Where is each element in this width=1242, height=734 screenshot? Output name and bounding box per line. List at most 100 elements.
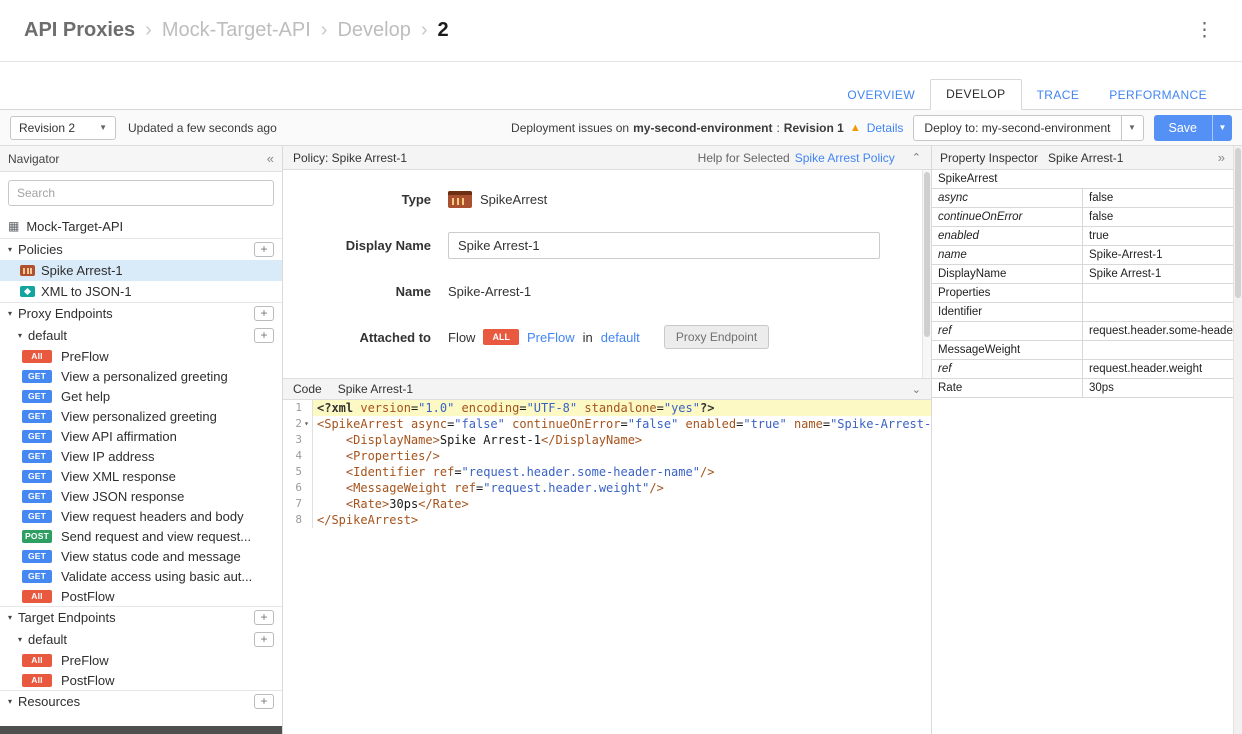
collapse-up-icon[interactable]: ⌃ bbox=[912, 151, 921, 164]
property-row[interactable]: continueOnError false bbox=[932, 208, 1233, 227]
policy-form: Type SpikeArrest Display Name Name Spik bbox=[283, 170, 931, 360]
flow-item[interactable]: GET View status code and message bbox=[0, 546, 282, 566]
code-line[interactable]: 3 <DisplayName>Spike Arrest-1</DisplayNa… bbox=[283, 432, 931, 448]
endpoint-link[interactable]: default bbox=[601, 330, 640, 345]
code-line[interactable]: 1<?xml version="1.0" encoding="UTF-8" st… bbox=[283, 400, 931, 416]
proxy-endpoint-default[interactable]: ▾ default + bbox=[0, 324, 282, 346]
details-link[interactable]: Details bbox=[867, 121, 904, 135]
scrollbar-thumb[interactable] bbox=[924, 172, 930, 337]
section-target-endpoints-label: Target Endpoints bbox=[18, 610, 116, 625]
add-flow-button[interactable]: + bbox=[254, 632, 274, 647]
triangle-down-icon: ▾ bbox=[8, 697, 12, 706]
proxy-endpoint-button[interactable]: Proxy Endpoint bbox=[664, 325, 769, 349]
property-name: SpikeArrest bbox=[932, 170, 1082, 188]
name-row: Name Spike-Arrest-1 bbox=[283, 268, 931, 314]
flow-item[interactable]: GET View personalized greeting bbox=[0, 406, 282, 426]
toolbar-right: Deployment issues on my-second-environme… bbox=[511, 115, 1232, 141]
policy-scrollbar[interactable] bbox=[922, 170, 931, 378]
api-proxy-icon: ▦ bbox=[8, 219, 19, 233]
breadcrumb-item[interactable]: Mock-Target-API bbox=[162, 19, 328, 42]
section-target-endpoints[interactable]: ▾ Target Endpoints + bbox=[0, 606, 282, 628]
property-row[interactable]: enabled true bbox=[932, 227, 1233, 246]
window-scrollbar[interactable] bbox=[1233, 146, 1242, 734]
code-line[interactable]: 4 <Properties/> bbox=[283, 448, 931, 464]
tab[interactable]: DEVELOP bbox=[930, 79, 1022, 110]
collapse-right-icon[interactable]: » bbox=[1218, 150, 1225, 165]
property-row[interactable]: DisplayName Spike Arrest-1 bbox=[932, 265, 1233, 284]
property-row[interactable]: ref request.header.some-header-name bbox=[932, 322, 1233, 341]
property-value: Spike Arrest-1 bbox=[1082, 265, 1233, 283]
property-row[interactable]: ref request.header.weight bbox=[932, 360, 1233, 379]
navigator-hscrollbar[interactable] bbox=[0, 726, 282, 734]
section-proxy-endpoints[interactable]: ▾ Proxy Endpoints + bbox=[0, 302, 282, 324]
tabs-bar: OVERVIEW DEVELOP TRACE PERFORMANCE bbox=[0, 62, 1242, 110]
add-flow-button[interactable]: + bbox=[254, 328, 274, 343]
deployment-prefix: Deployment issues on bbox=[511, 121, 629, 135]
deployment-revision: Revision 1 bbox=[784, 121, 844, 135]
flow-item[interactable]: All PreFlow bbox=[0, 650, 282, 670]
property-row[interactable]: MessageWeight bbox=[932, 341, 1233, 360]
policy-item-label: XML to JSON-1 bbox=[41, 284, 132, 299]
help-link[interactable]: Spike Arrest Policy bbox=[795, 151, 895, 165]
flow-item[interactable]: GET View IP address bbox=[0, 446, 282, 466]
method-badge: GET bbox=[22, 430, 52, 443]
collapse-down-icon[interactable]: ⌄ bbox=[912, 383, 921, 396]
save-button[interactable]: Save bbox=[1154, 115, 1213, 141]
target-endpoint-default[interactable]: ▾ default + bbox=[0, 628, 282, 650]
property-row[interactable]: Properties bbox=[932, 284, 1233, 303]
property-inspector-header: Property Inspector Spike Arrest-1 » bbox=[932, 146, 1233, 170]
search-input[interactable] bbox=[8, 180, 274, 206]
tab[interactable]: OVERVIEW bbox=[832, 81, 930, 110]
code-panel-header: Code Spike Arrest-1 ⌄ bbox=[283, 378, 931, 400]
type-label: Type bbox=[283, 192, 431, 207]
flow-item[interactable]: GET View API affirmation bbox=[0, 426, 282, 446]
triangle-down-icon: ▾ bbox=[8, 613, 12, 622]
property-row[interactable]: name Spike-Arrest-1 bbox=[932, 246, 1233, 265]
scrollbar-thumb[interactable] bbox=[1235, 148, 1241, 298]
display-name-input[interactable] bbox=[448, 232, 880, 259]
code-line[interactable]: 6 <MessageWeight ref="request.header.wei… bbox=[283, 480, 931, 496]
property-row[interactable]: Identifier bbox=[932, 303, 1233, 322]
flow-item[interactable]: POST Send request and view request... bbox=[0, 526, 282, 546]
chevron-down-icon[interactable]: ▼ bbox=[1121, 116, 1143, 140]
flow-item[interactable]: GET View a personalized greeting bbox=[0, 366, 282, 386]
flow-item[interactable]: GET View XML response bbox=[0, 466, 282, 486]
breadcrumb-item[interactable]: 2 bbox=[438, 19, 449, 42]
property-row[interactable]: Rate 30ps bbox=[932, 379, 1233, 398]
code-line[interactable]: 7 <Rate>30ps</Rate> bbox=[283, 496, 931, 512]
property-row[interactable]: SpikeArrest bbox=[932, 170, 1233, 189]
nav-item-api[interactable]: ▦ Mock-Target-API bbox=[0, 214, 282, 238]
deploy-select[interactable]: Deploy to: my-second-environment ▼ bbox=[913, 115, 1143, 141]
tab[interactable]: TRACE bbox=[1022, 81, 1095, 110]
method-badge: All bbox=[22, 590, 52, 603]
code-line[interactable]: 5 <Identifier ref="request.header.some-h… bbox=[283, 464, 931, 480]
kebab-menu-icon[interactable]: ⋮ bbox=[1191, 19, 1218, 42]
flow-item[interactable]: All PostFlow bbox=[0, 586, 282, 606]
property-name: async bbox=[932, 189, 1082, 207]
add-proxy-endpoint-button[interactable]: + bbox=[254, 306, 274, 321]
property-row[interactable]: async false bbox=[932, 189, 1233, 208]
add-resource-button[interactable]: + bbox=[254, 694, 274, 709]
section-resources[interactable]: ▾ Resources + bbox=[0, 690, 282, 712]
code-line[interactable]: 2▾<SpikeArrest async="false" continueOnE… bbox=[283, 416, 931, 432]
add-policy-button[interactable]: + bbox=[254, 242, 274, 257]
flow-item[interactable]: All PreFlow bbox=[0, 346, 282, 366]
save-dropdown-icon[interactable]: ▼ bbox=[1212, 115, 1232, 141]
add-target-endpoint-button[interactable]: + bbox=[254, 610, 274, 625]
breadcrumb-item[interactable]: Develop bbox=[337, 19, 427, 42]
revision-select[interactable]: Revision 2 ▼ bbox=[10, 116, 116, 140]
flow-item[interactable]: GET View request headers and body bbox=[0, 506, 282, 526]
preflow-link[interactable]: PreFlow bbox=[527, 330, 575, 345]
breadcrumb-item[interactable]: API Proxies bbox=[24, 19, 152, 42]
section-policies[interactable]: ▾ Policies + bbox=[0, 238, 282, 260]
flow-item[interactable]: All PostFlow bbox=[0, 670, 282, 690]
flow-item[interactable]: GET Validate access using basic aut... bbox=[0, 566, 282, 586]
collapse-left-icon[interactable]: « bbox=[267, 151, 274, 166]
flow-item[interactable]: GET Get help bbox=[0, 386, 282, 406]
policy-item[interactable]: XML to JSON-1 bbox=[0, 281, 282, 302]
policy-item[interactable]: Spike Arrest-1 bbox=[0, 260, 282, 281]
tab[interactable]: PERFORMANCE bbox=[1094, 81, 1222, 110]
flow-item[interactable]: GET View JSON response bbox=[0, 486, 282, 506]
code-editor[interactable]: 1<?xml version="1.0" encoding="UTF-8" st… bbox=[283, 400, 931, 734]
code-line[interactable]: 8</SpikeArrest> bbox=[283, 512, 931, 528]
